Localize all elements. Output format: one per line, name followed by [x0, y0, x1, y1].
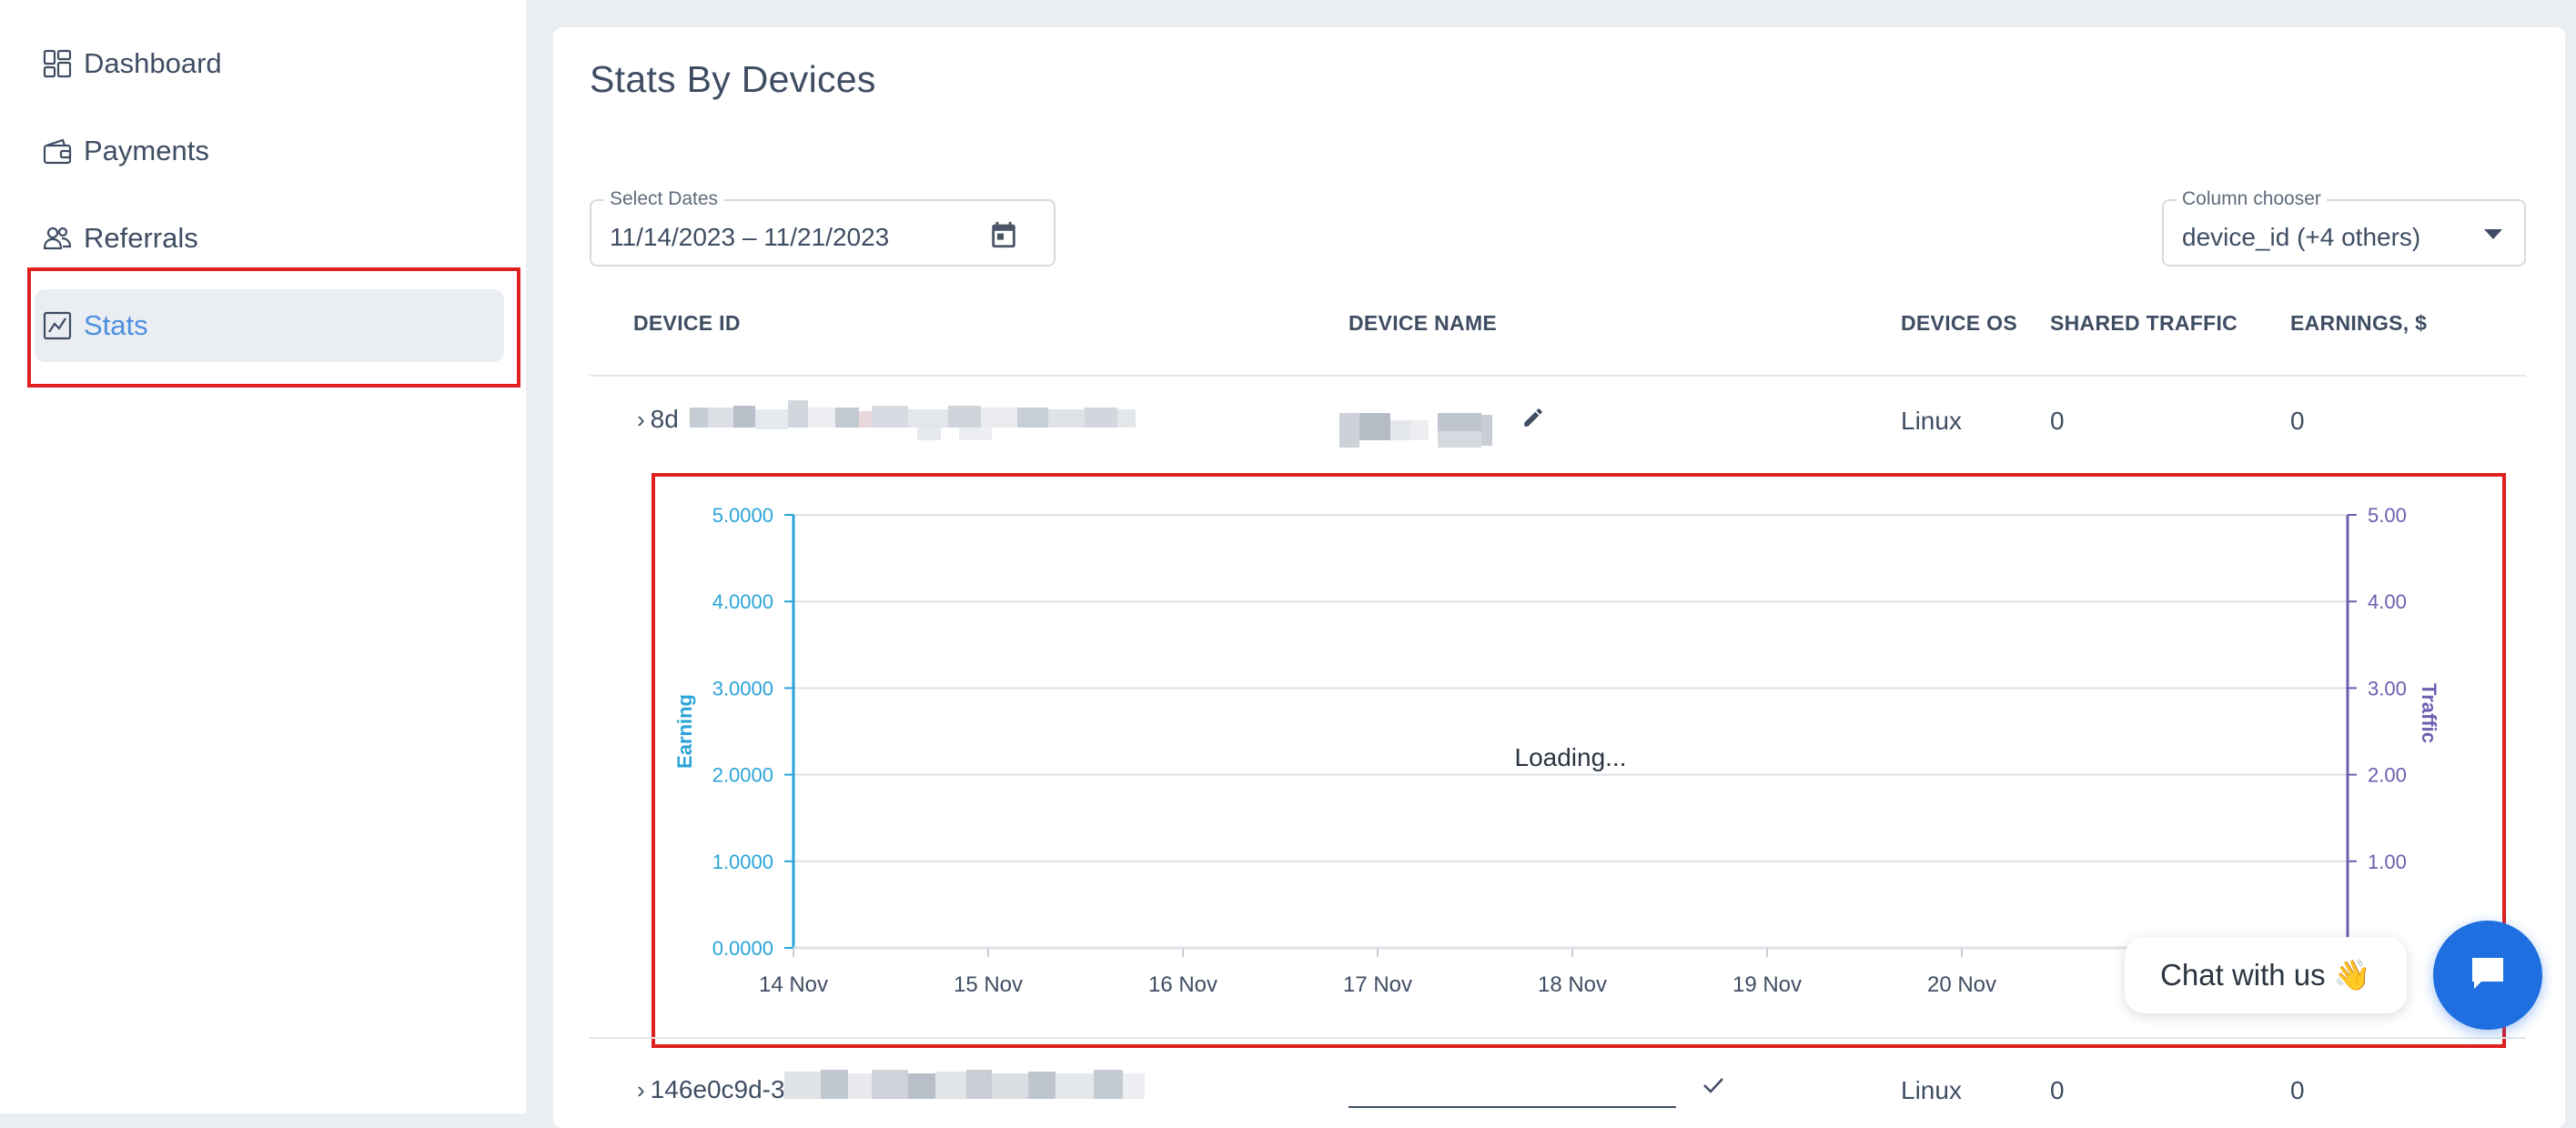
device-name-input[interactable] — [1349, 1106, 1676, 1108]
x-tick-label: 16 Nov — [1148, 972, 1217, 997]
redacted-device-name — [1339, 408, 1521, 454]
earning-tick-label: 2.0000 — [712, 764, 773, 787]
column-chooser-select[interactable]: Column chooser device_id (+4 others) — [2162, 188, 2526, 267]
table-row-1-shared-traffic: 0 — [2050, 407, 2065, 435]
sidebar-item-referrals[interactable]: Referrals — [35, 202, 504, 275]
traffic-tick-label: 3.00 — [2368, 677, 2407, 700]
chart-loading-text: Loading... — [1515, 743, 1627, 771]
sidebar-item-stats[interactable]: Stats — [35, 289, 504, 362]
traffic-tick-label: 2.00 — [2368, 764, 2407, 787]
sidebar-item-label: Payments — [84, 135, 209, 166]
table-row-2-device-id[interactable]: › 146e0c9d-3 — [637, 1075, 785, 1104]
earning-tick-label: 4.0000 — [712, 590, 773, 613]
sidebar-item-label: Stats — [84, 309, 148, 341]
date-range-picker[interactable]: Select Dates 11/14/2023 – 11/21/2023 — [590, 188, 1056, 267]
column-header-earnings[interactable]: EARNINGS, $ — [2290, 311, 2427, 336]
traffic-tick-label: 5.00 — [2368, 504, 2407, 527]
table-row-1-device-id[interactable]: › 8d — [637, 405, 679, 434]
table-row-1-earnings: 0 — [2290, 407, 2305, 435]
stats-chart: 0.00001.00002.00003.00004.00005.000001.0… — [673, 504, 2440, 997]
column-chooser-label: Column chooser — [2177, 188, 2327, 210]
page-title: Stats By Devices — [590, 58, 876, 100]
earning-tick-label: 0.0000 — [712, 937, 773, 960]
redacted-device-id — [784, 1066, 1185, 1113]
column-chooser-value: device_id (+4 others) — [2182, 223, 2421, 251]
earning-tick-label: 5.0000 — [712, 504, 773, 527]
table-row-2-device-os: Linux — [1901, 1076, 1962, 1104]
edit-pencil-icon[interactable] — [1521, 406, 1545, 434]
expand-chevron-icon[interactable]: › — [637, 406, 645, 433]
column-header-device-os[interactable]: DEVICE OS — [1901, 311, 2017, 336]
x-tick-label: 14 Nov — [759, 972, 828, 997]
earning-tick-label: 3.0000 — [712, 677, 773, 700]
column-header-device-id[interactable]: DEVICE ID — [633, 311, 741, 336]
sidebar-item-label: Referrals — [84, 222, 198, 254]
header-divider — [590, 375, 2526, 377]
date-range-value: 11/14/2023 – 11/21/2023 — [610, 223, 890, 251]
sidebar-item-payments[interactable]: Payments — [35, 115, 504, 187]
column-header-device-name[interactable]: DEVICE NAME — [1349, 311, 1497, 336]
x-tick-label: 19 Nov — [1732, 972, 1802, 997]
sidebar-item-label: Dashboard — [84, 47, 222, 79]
column-header-shared-traffic[interactable]: SHARED TRAFFIC — [2050, 311, 2238, 336]
traffic-axis-title: Traffic — [2418, 683, 2440, 743]
traffic-tick-label: 4.00 — [2368, 590, 2407, 613]
x-tick-label: 20 Nov — [1927, 972, 1996, 997]
dashboard-icon — [42, 48, 73, 79]
x-tick-label: 15 Nov — [954, 972, 1023, 997]
chat-icon — [2467, 952, 2509, 999]
sidebar-item-dashboard[interactable]: Dashboard — [35, 27, 504, 100]
x-tick-label: 17 Nov — [1343, 972, 1412, 997]
wallet-icon — [42, 136, 73, 166]
sidebar: Dashboard Payments Referrals Stats — [0, 0, 526, 1113]
table-row-2-shared-traffic: 0 — [2050, 1076, 2065, 1104]
chat-with-us-bubble[interactable]: Chat with us 👋 — [2125, 937, 2407, 1013]
x-tick-label: 18 Nov — [1538, 972, 1607, 997]
dropdown-arrow-icon — [2482, 228, 2504, 246]
traffic-tick-label: 1.00 — [2368, 851, 2407, 873]
earning-tick-label: 1.0000 — [712, 851, 773, 873]
redacted-device-id — [690, 398, 1141, 450]
calendar-icon[interactable] — [988, 219, 1019, 255]
chat-launcher-button[interactable] — [2433, 921, 2542, 1030]
earning-axis-title: Earning — [673, 694, 696, 769]
chart-line-icon — [42, 310, 73, 341]
table-row-1-device-os: Linux — [1901, 407, 1962, 435]
check-icon[interactable] — [1702, 1075, 1725, 1100]
date-range-label: Select Dates — [604, 188, 724, 210]
row-divider — [590, 1037, 2526, 1039]
people-icon — [42, 223, 73, 254]
table-row-2-earnings: 0 — [2290, 1076, 2305, 1104]
expand-chevron-icon[interactable]: › — [637, 1076, 645, 1103]
